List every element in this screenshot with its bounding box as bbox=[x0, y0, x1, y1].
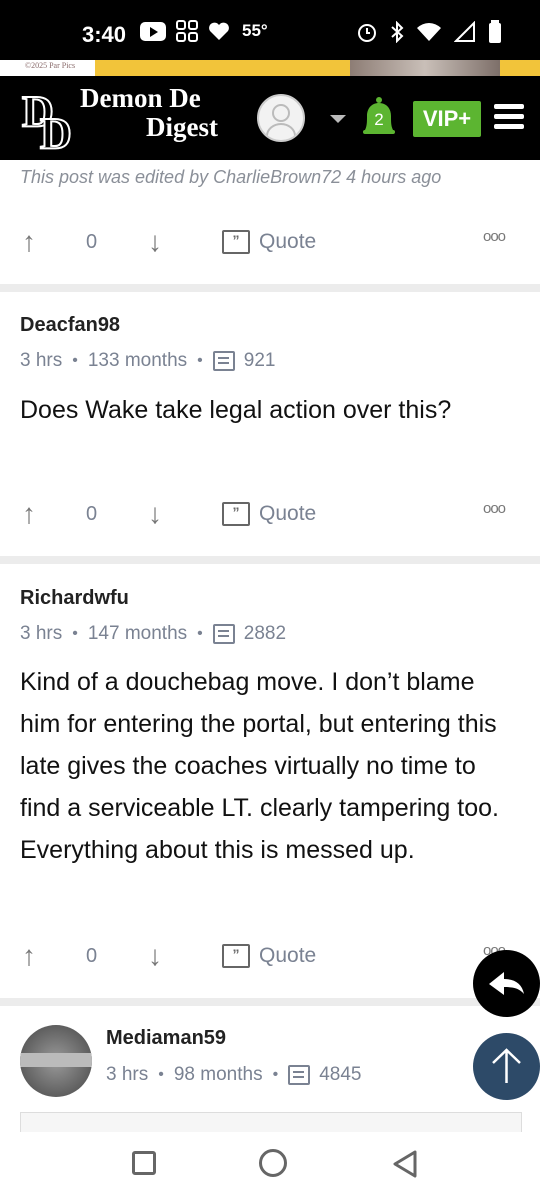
ad-photo bbox=[350, 60, 500, 76]
post-meta: 3 hrs • 147 months • 2882 bbox=[20, 623, 286, 645]
user-silhouette-icon bbox=[266, 104, 296, 137]
heart-icon bbox=[209, 22, 229, 40]
post-author[interactable]: Mediaman59 bbox=[106, 1027, 226, 1050]
downvote-arrow-icon[interactable]: ↓ bbox=[148, 498, 162, 530]
signal-icon bbox=[454, 21, 475, 42]
post-divider bbox=[0, 998, 540, 1006]
ad-credit: ©2025 Par Pics bbox=[25, 61, 76, 70]
upvote-arrow-icon[interactable]: ↑ bbox=[22, 226, 36, 258]
vote-count: 0 bbox=[86, 945, 98, 967]
recents-square-icon[interactable] bbox=[132, 1151, 156, 1175]
logo-mark-icon[interactable]: D D bbox=[20, 84, 80, 152]
ad-banner[interactable]: ©2025 Par Pics bbox=[0, 60, 540, 76]
battery-icon bbox=[489, 20, 501, 43]
back-triangle-icon[interactable] bbox=[391, 1149, 419, 1179]
alarm-icon bbox=[358, 24, 376, 42]
vote-count: 0 bbox=[86, 231, 98, 253]
downvote-arrow-icon[interactable]: ↓ bbox=[148, 940, 162, 972]
menu-icon[interactable] bbox=[494, 104, 524, 130]
post-divider bbox=[0, 284, 540, 292]
grid-icon bbox=[176, 20, 198, 42]
notification-bell-icon[interactable]: 2 bbox=[360, 96, 398, 138]
post-time: 3 hrs bbox=[106, 1064, 149, 1085]
bluetooth-icon bbox=[391, 21, 404, 43]
meta-separator: • bbox=[197, 352, 203, 369]
arrow-up-icon bbox=[492, 1048, 521, 1083]
post-actions: ↑ 0 ↓ ” Quote ooo bbox=[0, 930, 540, 980]
svg-text:D: D bbox=[40, 109, 72, 152]
more-options-icon[interactable]: ooo bbox=[483, 500, 506, 517]
member-tenure: 147 months bbox=[87, 623, 188, 644]
message-count: 2882 bbox=[243, 623, 287, 644]
vote-count: 0 bbox=[86, 503, 98, 525]
site-logo-text[interactable]: Demon De Digest bbox=[80, 84, 218, 142]
quote-button[interactable]: Quote bbox=[259, 944, 316, 968]
quoted-content-box bbox=[20, 1112, 522, 1133]
post-author[interactable]: Richardwfu bbox=[20, 587, 129, 610]
member-tenure: 98 months bbox=[173, 1064, 263, 1085]
downvote-arrow-icon[interactable]: ↓ bbox=[148, 226, 162, 258]
post-author-avatar[interactable] bbox=[20, 1025, 92, 1097]
message-count: 921 bbox=[243, 350, 276, 371]
status-icons-left: 55° bbox=[140, 20, 268, 42]
edited-notice: This post was edited by CharlieBrown72 4… bbox=[20, 167, 442, 187]
reply-button[interactable] bbox=[473, 950, 540, 1017]
messages-icon bbox=[288, 1065, 311, 1085]
meta-separator: • bbox=[158, 1066, 164, 1083]
logo-line-2: Digest bbox=[146, 112, 218, 142]
status-bar: 3:40 55° bbox=[0, 0, 540, 60]
notification-count: 2 bbox=[374, 110, 383, 129]
post-time: 3 hrs bbox=[20, 623, 63, 644]
quote-button[interactable]: Quote bbox=[259, 502, 316, 526]
post-body: Does Wake take legal action over this? bbox=[20, 396, 452, 424]
vip-button[interactable]: VIP+ bbox=[413, 101, 481, 137]
system-nav-bar bbox=[0, 1132, 540, 1200]
member-tenure: 133 months bbox=[87, 350, 188, 371]
youtube-icon bbox=[140, 21, 166, 41]
quote-icon[interactable]: ” bbox=[222, 944, 250, 968]
status-icons-right bbox=[356, 20, 502, 44]
post-time: 3 hrs bbox=[20, 350, 63, 371]
more-options-icon[interactable]: ooo bbox=[483, 228, 506, 245]
post-divider bbox=[0, 556, 540, 564]
messages-icon bbox=[212, 351, 235, 371]
upvote-arrow-icon[interactable]: ↑ bbox=[22, 498, 36, 530]
post-meta: 3 hrs • 98 months • 4845 bbox=[106, 1064, 361, 1086]
messages-icon bbox=[212, 624, 235, 644]
post-actions: ↑ 0 ↓ ” Quote ooo bbox=[0, 488, 540, 538]
meta-separator: • bbox=[272, 1066, 279, 1083]
logo-line-1: Demon De bbox=[80, 83, 201, 113]
post-actions: ↑ 0 ↓ ” Quote ooo bbox=[0, 216, 540, 266]
post-meta: 3 hrs • 133 months • 921 bbox=[20, 350, 275, 372]
user-avatar[interactable] bbox=[257, 94, 305, 142]
quote-button[interactable]: Quote bbox=[259, 230, 316, 254]
wifi-icon bbox=[417, 23, 441, 41]
post-author[interactable]: Deacfan98 bbox=[20, 314, 120, 337]
meta-separator: • bbox=[72, 352, 78, 369]
meta-separator: • bbox=[197, 625, 203, 642]
quote-icon[interactable]: ” bbox=[222, 230, 250, 254]
meta-separator: • bbox=[72, 625, 78, 642]
quote-icon[interactable]: ” bbox=[222, 502, 250, 526]
home-circle-icon[interactable] bbox=[259, 1149, 287, 1177]
upvote-arrow-icon[interactable]: ↑ bbox=[22, 940, 36, 972]
reply-arrow-icon bbox=[489, 972, 524, 995]
chevron-down-icon[interactable] bbox=[330, 115, 346, 123]
status-time: 3:40 bbox=[82, 22, 127, 47]
scroll-to-top-button[interactable] bbox=[473, 1033, 540, 1100]
post-body: Kind of a douchebag move. I don’t blame … bbox=[20, 668, 499, 864]
message-count: 4845 bbox=[319, 1064, 362, 1085]
status-temperature: 55° bbox=[242, 21, 268, 40]
